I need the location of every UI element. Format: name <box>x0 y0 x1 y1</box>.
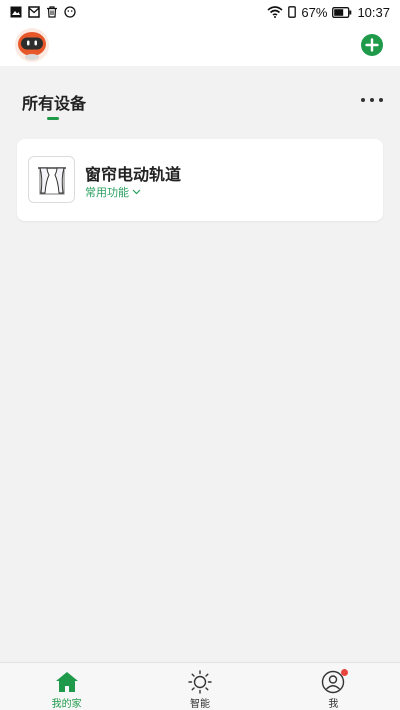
battery-icon <box>332 6 352 18</box>
section-title-underline <box>47 117 59 120</box>
nav-item-smart[interactable]: 智能 <box>133 663 266 710</box>
wifi-icon <box>267 6 283 18</box>
plus-circle-icon <box>365 38 379 52</box>
common-functions-dropdown[interactable]: 常用功能 <box>85 184 141 200</box>
phone-icon <box>288 6 297 18</box>
device-name: 窗帘电动轨道 <box>85 165 182 184</box>
battery-percent: 67% <box>301 4 328 20</box>
trash-icon <box>47 6 57 18</box>
more-dot <box>361 98 365 102</box>
sun-icon <box>187 669 213 694</box>
nav-item-home[interactable]: 我的家 <box>0 663 133 710</box>
device-card[interactable]: 窗帘电动轨道 常用功能 <box>17 139 383 221</box>
common-functions-label: 常用功能 <box>85 186 129 199</box>
device-thumbnail <box>28 156 75 203</box>
bottom-nav: 我的家 智能 我 <box>0 662 400 710</box>
robot-avatar-icon[interactable] <box>15 28 49 62</box>
status-left-icons <box>10 6 76 18</box>
nav-label-me: 我 <box>328 699 339 710</box>
more-dot <box>370 98 374 102</box>
gallery-icon <box>10 6 22 18</box>
section-title: 所有设备 <box>22 94 87 113</box>
status-right-icons: 67% 10:37 <box>267 5 390 20</box>
nav-label-home: 我的家 <box>51 699 82 710</box>
home-icon <box>54 669 80 694</box>
more-dot <box>379 98 383 102</box>
nav-label-smart: 智能 <box>189 699 210 710</box>
user-icon <box>320 669 349 694</box>
nav-item-me[interactable]: 我 <box>267 663 400 710</box>
curtain-icon <box>37 166 66 194</box>
status-time: 10:37 <box>357 4 390 20</box>
smile-icon <box>64 6 76 18</box>
status-bar: 67% 10:37 <box>0 0 400 24</box>
mail-icon <box>28 6 40 18</box>
add-device-button[interactable] <box>361 34 383 56</box>
notification-badge <box>341 669 349 676</box>
more-dots-icon[interactable] <box>361 92 383 108</box>
chevron-down-icon <box>132 189 141 195</box>
app-header <box>0 24 400 66</box>
